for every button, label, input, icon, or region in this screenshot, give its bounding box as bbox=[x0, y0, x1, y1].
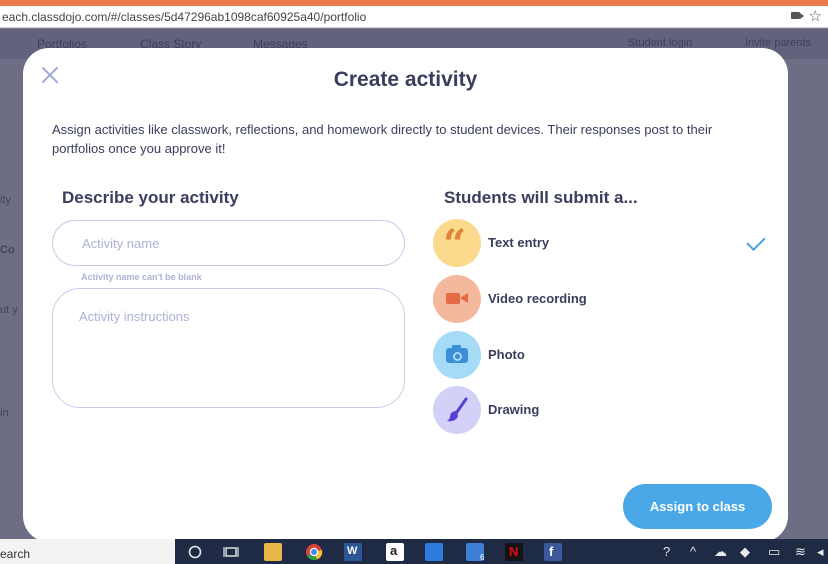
taskbar: earch W a 6 N f ? ^ ☁ ◆ ▭ ≋ ◂ bbox=[0, 539, 828, 564]
background-sidebar-text: ity bbox=[0, 194, 11, 206]
address-bar[interactable]: each.classdojo.com/#/classes/5d47296ab10… bbox=[0, 6, 828, 28]
amazon-icon[interactable]: a bbox=[386, 543, 404, 561]
help-icon[interactable]: ? bbox=[663, 543, 670, 561]
video-icon-circle bbox=[433, 275, 481, 323]
file-explorer-icon[interactable] bbox=[264, 543, 282, 561]
check-icon bbox=[746, 231, 766, 252]
submit-type-heading: Students will submit a... bbox=[444, 188, 638, 207]
describe-heading: Describe your activity bbox=[62, 188, 239, 207]
modal-title: Create activity bbox=[333, 68, 478, 91]
camera-icon bbox=[446, 345, 468, 363]
option-text-entry[interactable]: “ Text entry bbox=[433, 219, 766, 268]
activity-instructions-input[interactable] bbox=[52, 288, 405, 408]
option-drawing[interactable]: Drawing bbox=[433, 386, 763, 434]
camera-permission-icon[interactable] bbox=[791, 12, 804, 19]
drawing-icon-circle bbox=[433, 386, 481, 434]
dropbox-tray-icon[interactable]: ◆ bbox=[740, 543, 750, 561]
create-activity-modal: Create activity Assign activities like c… bbox=[23, 48, 788, 542]
facebook-icon[interactable]: f bbox=[544, 543, 562, 561]
netflix-icon[interactable]: N bbox=[505, 543, 523, 561]
option-label: Video recording bbox=[488, 291, 587, 306]
modal-intro-text: Assign activities like classwork, reflec… bbox=[52, 122, 713, 156]
chevron-up-icon[interactable]: ^ bbox=[690, 543, 696, 561]
taskbar-search-text: earch bbox=[0, 547, 31, 561]
task-view-icon[interactable] bbox=[222, 543, 240, 561]
background-sidebar-text: in bbox=[0, 407, 9, 419]
option-video-recording[interactable]: Video recording bbox=[433, 275, 763, 323]
activity-name-input[interactable] bbox=[52, 220, 405, 266]
dropbox-icon[interactable] bbox=[425, 543, 443, 561]
option-label: Text entry bbox=[488, 235, 550, 250]
mail-count-badge: 6 bbox=[480, 553, 485, 562]
volume-icon[interactable]: ◂ bbox=[817, 543, 824, 561]
video-camera-icon bbox=[446, 293, 468, 304]
option-photo[interactable]: Photo bbox=[433, 331, 763, 379]
option-label: Drawing bbox=[488, 402, 540, 417]
background-sidebar-text: ut y bbox=[0, 304, 18, 316]
wifi-icon[interactable]: ≋ bbox=[795, 543, 806, 561]
bookmark-star-icon[interactable]: ☆ bbox=[809, 7, 822, 25]
battery-icon[interactable]: ▭ bbox=[768, 543, 780, 561]
photo-icon-circle bbox=[433, 331, 481, 379]
onedrive-icon[interactable]: ☁ bbox=[714, 543, 727, 561]
url-text[interactable]: each.classdojo.com/#/classes/5d47296ab10… bbox=[2, 10, 366, 24]
word-icon[interactable]: W bbox=[344, 543, 362, 561]
cortana-icon[interactable] bbox=[186, 543, 204, 561]
option-label: Photo bbox=[488, 347, 525, 362]
paintbrush-icon bbox=[447, 397, 468, 422]
taskbar-search-box[interactable]: earch bbox=[0, 539, 175, 564]
activity-name-error: Activity name can't be blank bbox=[81, 272, 202, 282]
assign-to-class-button[interactable]: Assign to class bbox=[623, 484, 772, 529]
text-entry-icon-circle: “ bbox=[433, 219, 481, 268]
background-sidebar-text: Co bbox=[0, 244, 15, 256]
quote-icon: “ bbox=[443, 221, 467, 268]
chrome-icon[interactable] bbox=[305, 543, 323, 561]
